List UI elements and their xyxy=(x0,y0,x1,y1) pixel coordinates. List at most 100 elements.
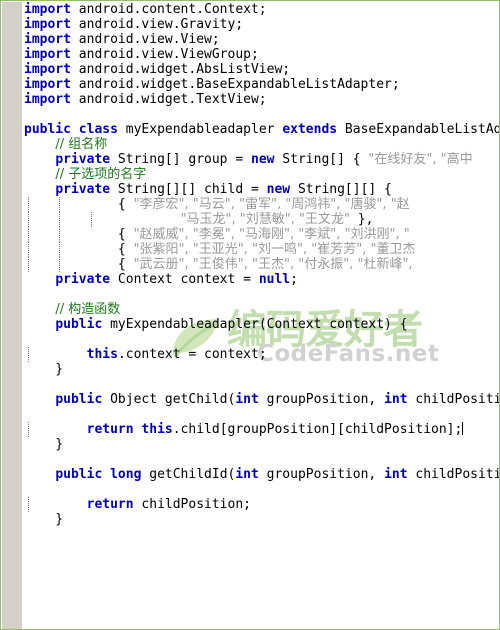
code-line[interactable]: private String[] group = new String[] { … xyxy=(24,152,499,167)
code-line[interactable]: return this.child[groupPosition][childPo… xyxy=(24,422,499,437)
code-editor-viewport[interactable]: 编码爱好者 CodeFans.net import android.conten… xyxy=(0,0,500,630)
code-line[interactable]: } xyxy=(24,437,499,452)
code-line[interactable]: { "李彦宏", "马云", "雷军", "周鸿祎", "唐骏", "赵 xyxy=(24,197,499,212)
code-token: "李彦宏", "马云", "雷军", "周鸿祎", "唐骏", "赵 xyxy=(133,197,410,212)
code-token: } xyxy=(24,362,64,377)
code-token: childPositi xyxy=(407,392,500,407)
code-line[interactable]: import android.widget.AbsListView; xyxy=(24,62,499,77)
code-line[interactable] xyxy=(24,482,499,497)
code-line[interactable]: private Context context = null; xyxy=(24,272,499,287)
code-token: public xyxy=(55,317,103,332)
code-token: Context context = xyxy=(110,272,259,287)
code-token: String[][] { xyxy=(290,182,392,197)
indent-guide xyxy=(59,227,61,242)
code-token: public xyxy=(55,392,103,407)
indent-guide xyxy=(28,347,29,362)
code-token: android.widget.TextView; xyxy=(70,92,267,107)
code-token: { xyxy=(24,257,134,272)
code-token: groupPosition, xyxy=(258,392,385,407)
code-token: android.view.Gravity; xyxy=(70,17,244,32)
code-line[interactable] xyxy=(24,452,499,467)
code-line[interactable]: import android.content.Context; xyxy=(24,2,499,17)
code-token: public xyxy=(55,467,103,482)
code-token: }, xyxy=(349,212,374,227)
indent-guide xyxy=(28,497,29,512)
code-token: getChildId( xyxy=(141,467,236,482)
code-line[interactable]: return childPosition; xyxy=(24,497,499,512)
code-token: public xyxy=(24,122,71,137)
code-line[interactable]: import android.widget.BaseExpandableList… xyxy=(24,77,499,92)
code-token: } xyxy=(24,437,64,452)
code-token: private xyxy=(55,182,111,197)
code-token: extends xyxy=(282,122,338,137)
code-line[interactable]: public Object getChild( int groupPosition… xyxy=(24,392,500,407)
code-token: String[] group = xyxy=(110,152,251,167)
code-token: new xyxy=(251,152,275,167)
indent-guide xyxy=(59,242,61,257)
code-line[interactable] xyxy=(24,287,499,302)
code-token: childPosition; xyxy=(133,497,251,512)
code-token: int xyxy=(384,392,408,407)
code-line[interactable]: // 构造函数 xyxy=(24,302,499,317)
code-line[interactable]: "马玉龙", "刘慧敏", "王文龙" }, xyxy=(24,212,499,227)
code-token: private xyxy=(55,152,111,167)
code-token: "武云册", "王俊伟", "王杰", "付永振", "杜新峰", xyxy=(133,257,413,272)
code-line[interactable]: { "赵威威", "李冕", "马海刚", "李斌", "刘洪刚", " xyxy=(24,227,499,242)
code-line[interactable]: { "张紫阳", "王亚光", "刘一鸣", "崔芳芳", "董卫杰 xyxy=(24,242,499,257)
code-token: android.widget.AbsListView; xyxy=(70,62,291,77)
code-line[interactable]: { "武云册", "王俊伟", "王杰", "付永振", "杜新峰", xyxy=(24,257,499,272)
indent-guide xyxy=(28,227,29,242)
code-token: private xyxy=(55,272,111,287)
code-token: "马玉龙", "刘慧敏", "王文龙" xyxy=(180,212,350,227)
indent-guide xyxy=(59,257,61,272)
code-token: .context = context; xyxy=(117,347,267,362)
code-line[interactable] xyxy=(24,407,499,422)
editor-gutter[interactable] xyxy=(2,2,23,629)
code-token: import xyxy=(24,47,71,62)
code-line[interactable] xyxy=(24,332,499,347)
code-token: { xyxy=(24,227,134,242)
indent-guide xyxy=(28,212,29,227)
code-token: { xyxy=(24,197,134,212)
code-token: long xyxy=(110,467,142,482)
code-line[interactable]: } xyxy=(24,362,499,377)
code-token: this xyxy=(86,347,118,362)
code-token: .child[groupPosition][childPosition]; xyxy=(172,422,463,437)
code-token: return xyxy=(86,422,134,437)
code-line[interactable]: } xyxy=(24,512,499,527)
code-token: return xyxy=(86,497,134,512)
code-token: import xyxy=(24,62,71,77)
code-token: import xyxy=(24,92,71,107)
code-line[interactable]: // 子选项的名字 xyxy=(24,167,499,182)
code-content[interactable]: import android.content.Context; import an… xyxy=(24,2,500,629)
indent-guide xyxy=(59,197,61,212)
code-line[interactable] xyxy=(24,107,499,122)
code-token: import xyxy=(24,77,71,92)
code-line[interactable] xyxy=(24,377,499,392)
code-line[interactable]: public class myExpendableadapler extends… xyxy=(24,122,499,137)
code-token: childPositi xyxy=(407,467,500,482)
code-line[interactable]: public long getChildId(int groupPosition… xyxy=(24,467,500,482)
code-line[interactable]: import android.widget.TextView; xyxy=(24,92,499,107)
code-token: Object getChild( xyxy=(102,392,236,407)
code-line[interactable]: // 组名称 xyxy=(24,137,499,152)
code-line[interactable]: private String[][] child = new String[][… xyxy=(24,182,499,197)
code-token: "赵威威", "李冕", "马海刚", "李斌", "刘洪刚", " xyxy=(133,227,410,242)
indent-guide xyxy=(28,242,29,257)
code-line[interactable]: public myExpendableadapler(Context conte… xyxy=(24,317,499,332)
code-line[interactable]: import android.view.View; xyxy=(24,32,499,47)
code-line[interactable]: import android.view.Gravity; xyxy=(24,17,499,32)
code-line[interactable]: this.context = context; xyxy=(24,347,499,362)
code-token: String[][] child = xyxy=(110,182,267,197)
code-token: import xyxy=(24,2,71,17)
code-line[interactable]: import android.view.ViewGroup; xyxy=(24,47,499,62)
code-token: import xyxy=(24,32,71,47)
